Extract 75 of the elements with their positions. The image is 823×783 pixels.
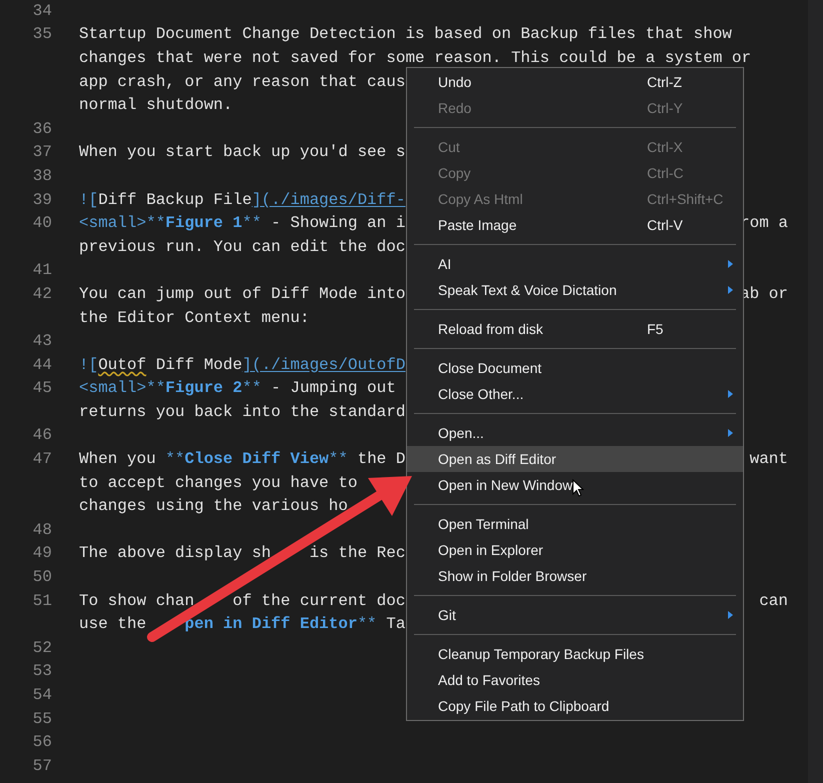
menu-item[interactable]: Close Document <box>407 355 743 381</box>
menu-item[interactable]: Open in New Window <box>407 472 743 498</box>
line-number: 51 <box>32 592 52 610</box>
submenu-arrow-icon <box>728 611 733 619</box>
line-number: 42 <box>32 284 52 303</box>
menu-item[interactable]: Open in Explorer <box>407 537 743 563</box>
menu-item[interactable]: Close Other... <box>407 381 743 407</box>
line-number: 36 <box>32 120 52 138</box>
line-number: 38 <box>32 166 52 185</box>
code-line: to accept changes you have to <box>79 472 358 494</box>
line-number: 55 <box>32 710 52 728</box>
line-number: 50 <box>32 568 52 586</box>
code-line: changes using the various ho <box>79 496 348 518</box>
shortcut: Ctrl-Y <box>647 98 683 118</box>
code-line: can <box>759 590 788 612</box>
menu-item[interactable]: Copy File Path to Clipboard <box>407 693 743 719</box>
line-number: 44 <box>32 356 52 374</box>
menu-item[interactable]: Open Terminal <box>407 511 743 537</box>
shortcut: Ctrl+Shift+C <box>647 190 724 208</box>
code-line: returns you back into the standard <box>79 402 406 423</box>
submenu-arrow-icon <box>728 286 733 294</box>
line-number: 39 <box>32 190 52 209</box>
shortcut: F5 <box>647 320 664 338</box>
line-number: 37 <box>32 143 52 162</box>
line-number: 34 <box>32 2 52 20</box>
code-line: <small>**Figure 1** - Showing an i <box>79 213 406 234</box>
menu-item[interactable]: AI <box>407 251 743 277</box>
code-line: want <box>750 449 788 470</box>
code-line: ![Outof Diff Mode](./images/OutofD <box>79 354 406 376</box>
line-number: 57 <box>32 756 52 775</box>
submenu-arrow-icon <box>728 260 733 268</box>
code-line: the Editor Context menu: <box>79 308 310 329</box>
code-line: changes that were not saved for some reason. This could be a system or <box>79 48 752 69</box>
code-line: app crash, or any reason that caus <box>79 72 406 93</box>
menu-item[interactable]: Show in Folder Browser <box>407 563 743 589</box>
line-number: 47 <box>32 450 52 468</box>
line-number: 40 <box>32 214 52 232</box>
code-line: When you **Close Diff View** the D <box>79 449 406 470</box>
code-line: previous run. You can edit the doc <box>79 236 406 258</box>
line-number: 35 <box>32 25 52 44</box>
line-number: 52 <box>32 638 52 657</box>
code-line: ![Diff Backup File](./images/Diff- <box>79 190 406 211</box>
menu-item[interactable]: Speak Text & Voice Dictation <box>407 277 743 303</box>
menu-item[interactable]: Cleanup Temporary Backup Files <box>407 641 743 667</box>
menu-item[interactable]: Paste Image Ctrl-V <box>407 212 743 238</box>
menu-item[interactable]: Reload from disk F5 <box>407 316 743 342</box>
menu-item[interactable]: Git <box>407 602 743 628</box>
code-line: The above display sh is the Rec <box>79 543 406 564</box>
line-number: 46 <box>32 426 52 444</box>
line-number: 43 <box>32 332 52 350</box>
menu-item[interactable]: Add to Favorites <box>407 667 743 693</box>
shortcut: Ctrl-Z <box>647 72 682 92</box>
line-number: 48 <box>32 520 52 539</box>
line-number: 45 <box>32 379 52 398</box>
code-line: <small>**Figure 2** - Jumping out <box>79 378 396 400</box>
submenu-arrow-icon <box>728 390 733 398</box>
menu-item[interactable]: Undo Ctrl-Z <box>407 69 743 95</box>
mouse-cursor-icon <box>572 479 584 497</box>
code-line: use the pen in Diff Editor** Ta <box>79 614 406 636</box>
menu-item[interactable]: Open... <box>407 420 743 446</box>
line-number: 41 <box>32 261 52 280</box>
shortcut: Ctrl-X <box>647 138 683 156</box>
code-line: normal shutdown. <box>79 95 233 116</box>
submenu-arrow-icon <box>728 429 733 437</box>
line-number: 56 <box>32 733 52 752</box>
shortcut: Ctrl-C <box>647 164 684 182</box>
code-line: To show chan of the current doc <box>79 590 406 612</box>
line-number: 49 <box>32 544 52 562</box>
menu-item[interactable]: Open as Diff Editor <box>407 446 743 472</box>
shortcut: Ctrl-V <box>647 216 683 234</box>
code-line: You can jump out of Diff Mode into <box>79 284 406 305</box>
code-line: Startup Document Change Detection is based on Backup files that show <box>79 24 732 46</box>
line-number: 53 <box>32 662 52 680</box>
code-line: When you start back up you'd see s <box>79 142 406 164</box>
line-number: 54 <box>32 686 52 704</box>
